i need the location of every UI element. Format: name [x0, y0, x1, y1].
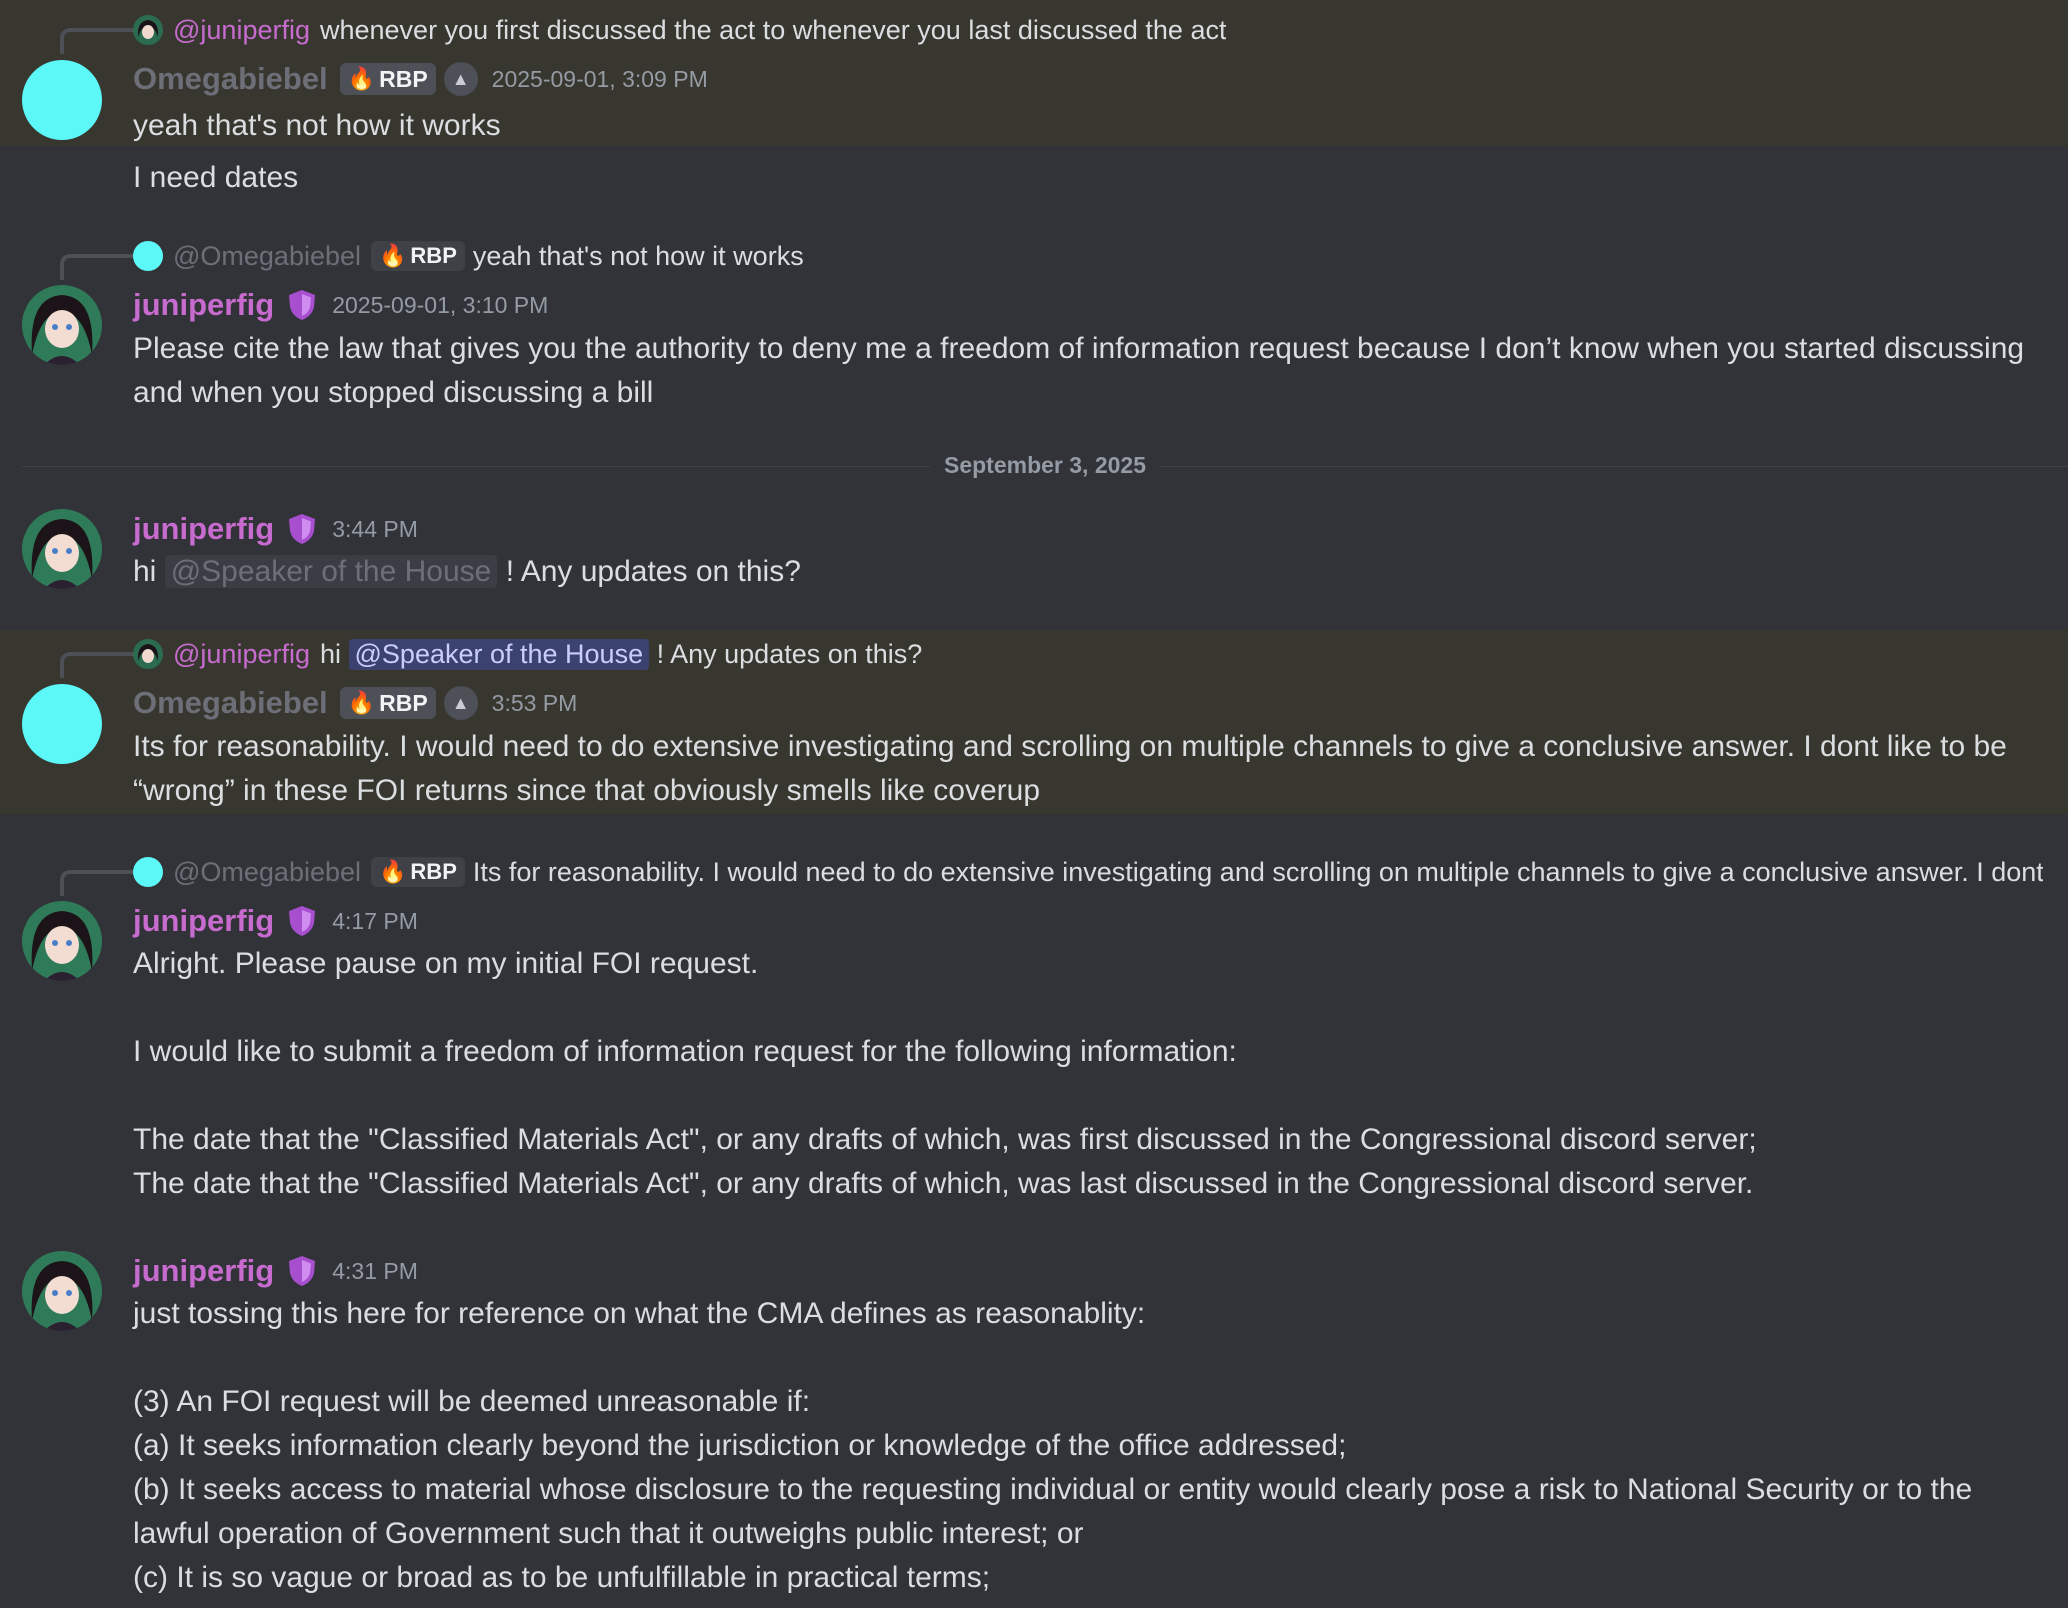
rbp-tag-label: RBP: [379, 689, 428, 716]
message-body: Please cite the law that gives you the a…: [133, 327, 2033, 415]
message-header: juniperfig 4:31 PM: [133, 1249, 418, 1293]
juniperfig-mini-avatar: [133, 639, 163, 669]
shield-icon[interactable]: [286, 512, 318, 546]
reply-spine: [60, 652, 134, 678]
reply-text: ! Any updates on this?: [656, 638, 923, 669]
message-body: hi @Speaker of the House ! Any updates o…: [133, 550, 2033, 594]
reply-spine: [60, 254, 134, 280]
mention-speaker[interactable]: @Speaker of the House: [164, 555, 498, 588]
message-line: The date that the "Classified Materials …: [133, 1123, 1757, 1156]
message-line: I need dates: [133, 161, 299, 194]
fire-icon: 🔥: [347, 66, 376, 91]
author-name[interactable]: juniperfig: [133, 287, 274, 323]
message-line: (b) It seeks access to material whose di…: [133, 1473, 1973, 1550]
reply-text: whenever you first discussed the act to …: [319, 14, 1227, 45]
message-body: just tossing this here for reference on …: [133, 1292, 2033, 1600]
message-line: (a) It seeks information clearly beyond …: [133, 1429, 1347, 1462]
reply-author[interactable]: @juniperfig: [173, 639, 310, 670]
omegabiebel-mini-avatar: [133, 241, 163, 271]
reply-text: yeah that's not how it works: [472, 240, 804, 271]
date-divider: September 3, 2025: [930, 452, 1161, 479]
author-name[interactable]: juniperfig: [133, 1253, 274, 1289]
message-header: juniperfig 3:44 PM: [133, 507, 418, 551]
juniperfig-avatar[interactable]: [22, 285, 102, 365]
message-body: Alright. Please pause on my initial FOI …: [133, 942, 2033, 1206]
message-body: yeah that's not how it works I need date…: [133, 100, 2033, 204]
message-line: (3) An FOI request will be deemed unreas…: [133, 1385, 811, 1418]
reply-preview[interactable]: @Omegabiebel 🔥 RBP Its for reasonability.…: [133, 852, 2043, 892]
rbp-tag: 🔥 RBP: [371, 241, 465, 271]
reply-author[interactable]: @juniperfig: [173, 15, 310, 46]
timestamp[interactable]: 2025-09-01, 3:10 PM: [332, 292, 548, 319]
fire-icon: 🔥: [379, 859, 407, 884]
juniperfig-avatar[interactable]: [22, 1251, 102, 1331]
timestamp[interactable]: 4:17 PM: [332, 908, 418, 935]
rbp-tag[interactable]: 🔥 RBP: [339, 687, 436, 719]
reply-spine: [60, 870, 134, 896]
timestamp[interactable]: 2025-09-01, 3:09 PM: [492, 66, 708, 93]
shield-icon[interactable]: [286, 1254, 318, 1288]
message-line: Its for reasonability. I would need to d…: [133, 730, 2007, 807]
reply-spine: [60, 28, 134, 54]
author-name[interactable]: Omegabiebel: [133, 685, 328, 721]
omegabiebel-avatar[interactable]: [22, 684, 102, 764]
message-line: just tossing this here for reference on …: [133, 1297, 1146, 1330]
author-name[interactable]: juniperfig: [133, 511, 274, 547]
fire-icon: 🔥: [379, 243, 407, 268]
message-header: juniperfig 4:17 PM: [133, 899, 418, 943]
reply-preview[interactable]: @juniperfig whenever you first discussed…: [133, 10, 1226, 50]
capitol-icon[interactable]: ▲: [443, 686, 478, 720]
reply-preview[interactable]: @Omegabiebel 🔥 RBP yeah that's not how it…: [133, 236, 804, 276]
rbp-tag[interactable]: 🔥 RBP: [339, 63, 436, 95]
reply-author[interactable]: @Omegabiebel: [173, 857, 361, 888]
message-line: Alright. Please pause on my initial FOI …: [133, 947, 759, 980]
fire-icon: 🔥: [347, 690, 376, 715]
reply-preview[interactable]: @juniperfig hi @Speaker of the House ! A…: [133, 634, 922, 674]
juniperfig-mini-avatar: [133, 15, 163, 45]
message-line: The date that the "Classified Materials …: [133, 1167, 1754, 1200]
author-name[interactable]: juniperfig: [133, 903, 274, 939]
message-line: I would like to submit a freedom of info…: [133, 1035, 1237, 1068]
message-line: Please cite the law that gives you the a…: [133, 332, 2025, 409]
shield-icon[interactable]: [286, 904, 318, 938]
message-header: juniperfig 2025-09-01, 3:10 PM: [133, 283, 548, 327]
omegabiebel-avatar[interactable]: [22, 60, 102, 140]
mention-speaker[interactable]: @Speaker of the House: [348, 638, 650, 670]
message-body: Its for reasonability. I would need to d…: [133, 725, 2033, 813]
timestamp[interactable]: 4:31 PM: [332, 1258, 418, 1285]
juniperfig-avatar[interactable]: [22, 509, 102, 589]
reply-text: Its for reasonability. I would need to d…: [472, 856, 2043, 887]
omegabiebel-mini-avatar: [133, 857, 163, 887]
message-text: hi: [133, 555, 157, 588]
capitol-icon[interactable]: ▲: [443, 62, 478, 96]
timestamp[interactable]: 3:53 PM: [492, 690, 578, 717]
reply-author[interactable]: @Omegabiebel: [173, 241, 361, 272]
rbp-tag-label: RBP: [379, 65, 428, 92]
message-line: hi @Speaker of the House ! Any updates o…: [133, 550, 2033, 594]
juniperfig-avatar[interactable]: [22, 901, 102, 981]
message-header: Omegabiebel 🔥 RBP ▲ 3:53 PM: [133, 681, 577, 725]
rbp-tag-label: RBP: [410, 243, 457, 268]
message-text: ! Any updates on this?: [505, 555, 801, 588]
message-header: Omegabiebel 🔥 RBP ▲ 2025-09-01, 3:09 PM: [133, 57, 708, 101]
rbp-tag: 🔥 RBP: [371, 857, 465, 887]
rbp-tag-label: RBP: [410, 859, 457, 884]
shield-icon[interactable]: [286, 288, 318, 322]
timestamp[interactable]: 3:44 PM: [332, 516, 418, 543]
message-line: (c) It is so vague or broad as to be unf…: [133, 1561, 991, 1594]
author-name[interactable]: Omegabiebel: [133, 61, 328, 97]
message-line: yeah that's not how it works: [133, 109, 501, 142]
reply-text: hi: [319, 638, 341, 669]
